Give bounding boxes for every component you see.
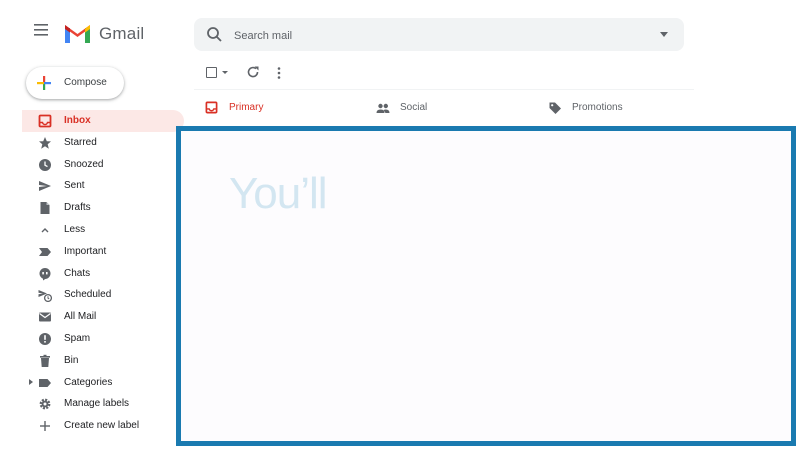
empty-state-message: You’ll (229, 169, 328, 218)
important-icon (38, 245, 52, 259)
tab-social[interactable]: Social (365, 90, 535, 126)
expand-arrow-icon[interactable] (29, 378, 33, 385)
search-input[interactable] (232, 24, 636, 47)
mail-icon (38, 310, 52, 324)
draft-icon (38, 201, 52, 215)
compose-button[interactable]: Compose (26, 67, 124, 99)
inbox-icon (38, 114, 52, 128)
tab-promotions[interactable]: Promotions (537, 90, 707, 126)
sidebar-item-label: Spam (64, 332, 91, 344)
hamburger-icon (34, 24, 48, 36)
sidebar-item-spam[interactable]: Spam (0, 328, 190, 350)
highlighted-message-panel: You’ll (176, 126, 796, 446)
search-icon[interactable] (206, 26, 224, 44)
sidebar-item-important[interactable]: Important (0, 241, 190, 263)
sidebar-nav: Inbox Starred Snoozed Sent Drafts Less I… (0, 110, 190, 437)
sidebar-item-label: All Mail (64, 311, 97, 323)
sidebar-item-manage-labels[interactable]: Manage labels (0, 393, 190, 415)
tab-label: Primary (229, 102, 264, 113)
sidebar-item-less[interactable]: Less (0, 219, 190, 241)
sidebar-item-label: Categories (64, 376, 113, 388)
sidebar-item-label: Snoozed (64, 158, 104, 170)
trash-icon (38, 354, 52, 368)
mail-toolbar (194, 58, 694, 86)
plus-icon (37, 76, 51, 90)
app-title: Gmail (99, 24, 145, 43)
sidebar-item-snoozed[interactable]: Snoozed (0, 154, 190, 176)
people-icon (376, 101, 390, 115)
tab-primary[interactable]: Primary (194, 90, 364, 126)
sidebar-item-label: Less (64, 223, 86, 235)
sidebar-item-starred[interactable]: Starred (0, 132, 190, 154)
select-all-checkbox[interactable] (206, 67, 217, 78)
sidebar-item-chats[interactable]: Chats (0, 263, 190, 285)
sidebar-item-label: Manage labels (64, 398, 130, 410)
sidebar-item-create-new-label[interactable]: Create new label (0, 415, 190, 437)
send-icon (38, 179, 52, 193)
sidebar-item-label: Sent (64, 180, 85, 192)
gear-icon (38, 397, 52, 411)
plus-icon (38, 419, 52, 433)
sidebar-item-label: Chats (64, 267, 91, 279)
chat-icon (38, 267, 52, 281)
refresh-icon[interactable] (246, 65, 260, 84)
clock-icon (38, 158, 52, 172)
compose-label: Compose (64, 77, 107, 88)
tag-icon (548, 101, 562, 115)
more-options-icon[interactable] (277, 66, 281, 84)
gmail-logo-icon[interactable] (64, 23, 91, 49)
inbox-icon (205, 101, 219, 115)
sidebar-item-sent[interactable]: Sent (0, 175, 190, 197)
sidebar-item-label: Inbox (64, 115, 91, 126)
sidebar-item-scheduled[interactable]: Scheduled (0, 284, 190, 306)
sidebar-item-inbox[interactable]: Inbox (22, 110, 184, 132)
main-menu-button[interactable] (34, 24, 56, 46)
search-options-dropdown-icon[interactable] (660, 32, 668, 37)
search-bar[interactable] (194, 18, 684, 51)
sidebar-item-label: Create new label (64, 420, 140, 432)
sidebar-item-all-mail[interactable]: All Mail (0, 306, 190, 328)
chevron-up-icon (38, 223, 52, 237)
sidebar-item-categories[interactable]: Categories (0, 372, 190, 394)
scheduled-icon (38, 288, 52, 303)
tab-label: Promotions (572, 102, 623, 113)
sidebar-item-label: Scheduled (64, 289, 112, 301)
sidebar-item-label: Important (64, 245, 107, 257)
spam-icon (38, 332, 52, 346)
sidebar-item-label: Drafts (64, 202, 91, 214)
sidebar-item-drafts[interactable]: Drafts (0, 197, 190, 219)
sidebar-item-label: Bin (64, 354, 79, 366)
sidebar-item-bin[interactable]: Bin (0, 350, 190, 372)
header: Gmail (0, 0, 800, 64)
sidebar-item-label: Starred (64, 136, 97, 148)
label-icon (38, 376, 52, 390)
star-icon (38, 136, 52, 150)
select-dropdown-icon[interactable] (222, 71, 228, 74)
category-tabs: Primary Social Promotions (194, 89, 694, 126)
tab-label: Social (400, 102, 428, 113)
